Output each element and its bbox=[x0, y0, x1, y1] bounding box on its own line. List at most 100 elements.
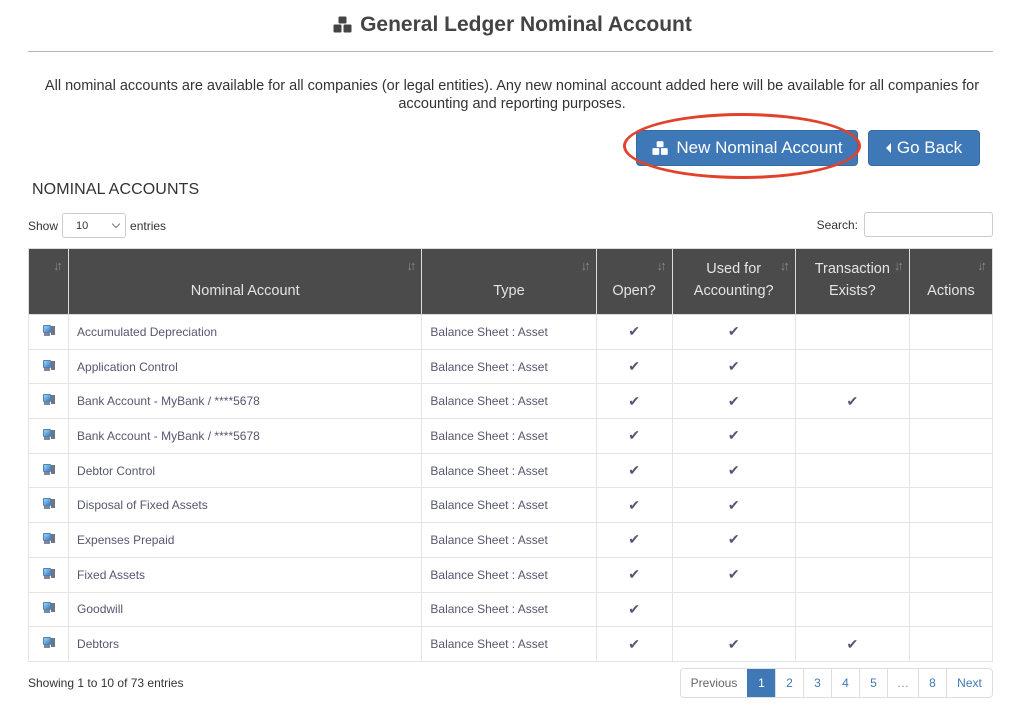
column-header-actions[interactable]: ↓↑ Actions bbox=[908, 248, 994, 315]
pagination-page-8[interactable]: 8 bbox=[918, 669, 946, 697]
account-name-cell[interactable]: Application Control bbox=[68, 348, 423, 385]
actions-cell bbox=[908, 452, 994, 489]
pagination-page-4[interactable]: 4 bbox=[831, 669, 859, 697]
account-icon-cell bbox=[27, 522, 70, 558]
table-row[interactable]: Bank Account - MyBank / ****5678 Balance … bbox=[27, 418, 994, 454]
check-icon: ✔ bbox=[727, 566, 740, 583]
used-for-accounting-cell: ✔ bbox=[671, 522, 796, 558]
open-cell: ✔ bbox=[595, 348, 673, 385]
go-back-label: Go Back bbox=[896, 138, 963, 157]
account-name-cell[interactable]: Debtor Control bbox=[68, 452, 423, 489]
used-for-accounting-cell: ✔ bbox=[671, 556, 796, 593]
actions-cell bbox=[908, 348, 994, 385]
table-row[interactable]: Debtors Balance Sheet : Asset ✔ ✔ ✔ bbox=[27, 626, 994, 662]
account-name-cell[interactable]: Bank Account - MyBank / ****5678 bbox=[68, 383, 423, 420]
column-header-transaction-exists[interactable]: ↓↑ Transaction Exists? bbox=[794, 248, 910, 315]
open-cell: ✔ bbox=[595, 383, 673, 420]
column-header-open[interactable]: ↓↑ Open? bbox=[595, 248, 673, 315]
transaction-exists-cell bbox=[794, 591, 910, 628]
account-name-cell[interactable]: Accumulated Depreciation bbox=[68, 314, 423, 350]
actions-cell bbox=[908, 314, 994, 350]
open-cell: ✔ bbox=[595, 418, 673, 454]
account-type-cell: Balance Sheet : Asset bbox=[421, 314, 597, 350]
computer-icon bbox=[42, 393, 55, 406]
sort-icon[interactable]: ↓↑ bbox=[53, 255, 63, 277]
column-header-label: Nominal Account bbox=[190, 283, 300, 299]
column-header-used-for-accounting[interactable]: ↓↑ Used for Accounting? bbox=[671, 248, 796, 315]
sort-icon[interactable]: ↓↑ bbox=[657, 255, 667, 277]
sort-icon[interactable]: ↓↑ bbox=[406, 255, 416, 277]
account-name-cell[interactable]: Bank Account - MyBank / ****5678 bbox=[68, 418, 423, 454]
account-name-cell[interactable]: Debtors bbox=[68, 626, 423, 662]
table-row[interactable]: Disposal of Fixed Assets Balance Sheet : … bbox=[27, 487, 994, 524]
open-cell: ✔ bbox=[595, 591, 673, 628]
actions-cell bbox=[908, 418, 994, 454]
table-row[interactable]: Goodwill Balance Sheet : Asset ✔ bbox=[27, 591, 994, 628]
page-title-text: General Ledger Nominal Account bbox=[360, 13, 692, 36]
computer-icon bbox=[42, 324, 55, 337]
intro-text: All nominal accounts are available for a… bbox=[44, 78, 980, 112]
open-cell: ✔ bbox=[595, 452, 673, 489]
sort-icon[interactable]: ↓↑ bbox=[894, 255, 904, 277]
transaction-exists-cell: ✔ bbox=[794, 626, 910, 662]
account-icon-cell bbox=[27, 314, 70, 350]
title-divider bbox=[28, 51, 993, 52]
account-type-cell: Balance Sheet : Asset bbox=[421, 522, 597, 558]
entries-label: entries bbox=[130, 218, 167, 233]
entries-per-page-value: 10 bbox=[76, 219, 89, 232]
column-header-icon[interactable]: ↓↑ bbox=[27, 248, 70, 315]
computer-icon bbox=[42, 636, 55, 649]
pagination-ellipsis[interactable]: … bbox=[887, 669, 918, 697]
table-row[interactable]: Debtor Control Balance Sheet : Asset ✔ ✔ bbox=[27, 452, 994, 489]
used-for-accounting-cell: ✔ bbox=[671, 626, 796, 662]
sort-icon[interactable]: ↓↑ bbox=[780, 255, 790, 277]
pagination-page-1[interactable]: 1 bbox=[747, 669, 775, 697]
table-row[interactable]: Fixed Assets Balance Sheet : Asset ✔ ✔ bbox=[27, 556, 994, 593]
check-icon: ✔ bbox=[727, 635, 740, 652]
column-header-type[interactable]: ↓↑ Type bbox=[421, 248, 597, 315]
check-icon: ✔ bbox=[628, 566, 640, 583]
show-label: Show bbox=[28, 218, 59, 233]
nominal-accounts-table: ↓↑ ↓↑ Nominal Account ↓↑ Type ↓↑ Open? ↓↑ Used f… bbox=[27, 248, 994, 662]
account-icon-cell bbox=[27, 383, 70, 420]
pagination-previous[interactable]: Previous bbox=[681, 669, 747, 697]
check-icon: ✔ bbox=[727, 496, 740, 513]
account-icon-cell bbox=[27, 626, 70, 662]
sort-icon[interactable]: ↓↑ bbox=[581, 255, 591, 277]
check-icon: ✔ bbox=[846, 392, 859, 409]
pagination-page-5[interactable]: 5 bbox=[859, 669, 887, 697]
cubes-icon bbox=[332, 15, 353, 34]
table-header-row: ↓↑ ↓↑ Nominal Account ↓↑ Type ↓↑ Open? ↓↑ Used f… bbox=[27, 248, 994, 315]
used-for-accounting-cell: ✔ bbox=[671, 418, 796, 454]
transaction-exists-cell bbox=[794, 522, 910, 558]
go-back-button[interactable]: Go Back bbox=[868, 130, 980, 166]
account-name-cell[interactable]: Disposal of Fixed Assets bbox=[68, 487, 423, 524]
search-input[interactable] bbox=[864, 212, 993, 237]
chevron-down-icon bbox=[111, 219, 121, 229]
account-name-cell[interactable]: Goodwill bbox=[68, 591, 423, 628]
table-row[interactable]: Bank Account - MyBank / ****5678 Balance … bbox=[27, 383, 994, 420]
column-header-nominal-account[interactable]: ↓↑ Nominal Account bbox=[68, 248, 423, 315]
open-cell: ✔ bbox=[595, 556, 673, 593]
table-body: Accumulated Depreciation Balance Sheet : … bbox=[27, 314, 994, 662]
transaction-exists-cell bbox=[794, 556, 910, 593]
transaction-exists-cell bbox=[794, 487, 910, 524]
pagination-next[interactable]: Next bbox=[946, 669, 992, 697]
account-name-cell[interactable]: Fixed Assets bbox=[68, 556, 423, 593]
check-icon: ✔ bbox=[628, 635, 640, 652]
table-row[interactable]: Application Control Balance Sheet : Asset… bbox=[27, 348, 994, 385]
entries-per-page-select[interactable]: 10 bbox=[62, 213, 127, 238]
pagination-page-3[interactable]: 3 bbox=[803, 669, 831, 697]
check-icon: ✔ bbox=[628, 462, 640, 479]
table-row[interactable]: Expenses Prepaid Balance Sheet : Asset ✔ ✔ bbox=[27, 522, 994, 558]
table-row[interactable]: Accumulated Depreciation Balance Sheet : … bbox=[27, 314, 994, 350]
account-name-cell[interactable]: Expenses Prepaid bbox=[68, 522, 423, 558]
account-icon-cell bbox=[27, 591, 70, 628]
new-nominal-account-button[interactable]: New Nominal Account bbox=[636, 130, 858, 166]
new-nominal-account-label: New Nominal Account bbox=[676, 138, 843, 157]
column-header-label: Accounting? bbox=[693, 283, 774, 299]
pagination-page-2[interactable]: 2 bbox=[775, 669, 803, 697]
page-title: General Ledger Nominal Account bbox=[0, 10, 1024, 40]
sort-icon[interactable]: ↓↑ bbox=[977, 255, 987, 277]
used-for-accounting-cell: ✔ bbox=[671, 314, 796, 350]
